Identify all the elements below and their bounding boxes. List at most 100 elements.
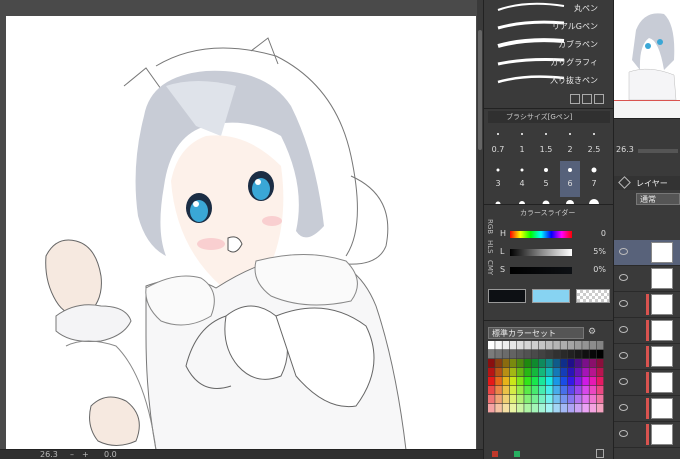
palette-swatch[interactable] [589,350,597,359]
palette-swatch[interactable] [560,368,568,377]
layer-row[interactable] [614,344,680,370]
eye-icon[interactable] [619,378,628,385]
palette-swatch[interactable] [502,341,510,350]
palette-swatch[interactable] [567,377,575,386]
palette-swatch[interactable] [553,395,560,404]
palette-swatch[interactable] [524,368,531,377]
palette-swatch[interactable] [575,359,582,368]
zoom-slider[interactable] [638,149,678,153]
eye-icon[interactable] [619,300,628,307]
palette-swatch[interactable] [589,368,597,377]
palette-swatch[interactable] [509,386,517,395]
main-color-swatch[interactable] [488,289,526,303]
palette-swatch[interactable] [546,404,553,413]
palette-swatch[interactable] [553,350,560,359]
palette-swatch[interactable] [582,395,589,404]
tab-hls[interactable]: HLS [486,240,494,254]
blend-mode-select[interactable]: 通常 [636,193,680,205]
palette-swatch[interactable] [575,377,582,386]
palette-swatch[interactable] [495,386,502,395]
palette-swatch[interactable] [596,368,604,377]
palette-swatch[interactable] [502,377,510,386]
palette-swatch[interactable] [502,386,510,395]
palette-swatch[interactable] [567,404,575,413]
palette-swatch[interactable] [582,359,589,368]
palette-swatch[interactable] [524,404,531,413]
palette-swatch[interactable] [567,341,575,350]
rotation-readout[interactable]: 0.0 [104,450,117,459]
red-swatch-icon[interactable] [492,451,498,457]
eye-icon[interactable] [619,274,628,281]
palette-swatch[interactable] [509,350,517,359]
color-palette-grid[interactable] [488,341,604,413]
palette-swatch[interactable] [517,350,524,359]
palette-swatch[interactable] [553,377,560,386]
palette-swatch[interactable] [589,386,597,395]
palette-swatch[interactable] [575,368,582,377]
size-dot[interactable] [584,125,604,143]
brush-item-kabura-pen[interactable]: カブラペン [490,36,602,53]
palette-swatch[interactable] [509,395,517,404]
navigator-panel[interactable] [613,0,680,118]
palette-swatch[interactable] [582,404,589,413]
eye-icon[interactable] [619,326,628,333]
palette-swatch[interactable] [488,386,495,395]
palette-swatch[interactable] [596,395,604,404]
palette-swatch[interactable] [509,377,517,386]
palette-swatch[interactable] [524,377,531,386]
layer-row[interactable] [614,240,680,266]
palette-swatch[interactable] [538,368,546,377]
palette-swatch[interactable] [596,377,604,386]
palette-swatch[interactable] [546,377,553,386]
size-dot[interactable] [512,125,532,143]
palette-swatch[interactable] [531,350,539,359]
brush-item-real-g-pen[interactable]: リアルGペン [490,18,602,35]
palette-swatch[interactable] [488,368,495,377]
palette-swatch[interactable] [589,404,597,413]
palette-swatch[interactable] [495,341,502,350]
palette-swatch[interactable] [488,377,495,386]
layer-row[interactable] [614,266,680,292]
palette-swatch[interactable] [531,341,539,350]
palette-swatch[interactable] [596,404,604,413]
palette-swatch[interactable] [488,395,495,404]
zoom-out-icon[interactable]: – [70,450,74,459]
palette-swatch[interactable] [502,350,510,359]
palette-swatch[interactable] [524,395,531,404]
layer-row[interactable] [614,396,680,422]
palette-swatch[interactable] [589,359,597,368]
palette-swatch[interactable] [546,395,553,404]
green-swatch-icon[interactable] [514,451,520,457]
transparent-color-swatch[interactable] [576,289,610,303]
palette-swatch[interactable] [495,377,502,386]
palette-swatch[interactable] [575,341,582,350]
palette-swatch[interactable] [509,359,517,368]
size-dot[interactable] [536,125,556,143]
palette-swatch[interactable] [524,350,531,359]
zoom-readout[interactable]: 26.3 [40,450,58,459]
palette-swatch[interactable] [546,368,553,377]
palette-swatch[interactable] [575,404,582,413]
palette-swatch[interactable] [582,368,589,377]
palette-swatch[interactable] [582,386,589,395]
palette-swatch[interactable] [567,368,575,377]
slider-hue[interactable]: H 0 [500,229,610,241]
palette-swatch[interactable] [546,350,553,359]
palette-swatch[interactable] [596,341,604,350]
palette-swatch[interactable] [495,404,502,413]
palette-swatch[interactable] [517,359,524,368]
palette-swatch[interactable] [495,350,502,359]
palette-swatch[interactable] [553,368,560,377]
palette-swatch[interactable] [509,368,517,377]
palette-swatch[interactable] [560,350,568,359]
wrench-icon[interactable]: ⚙ [588,327,596,337]
palette-swatch[interactable] [538,395,546,404]
tab-rgb[interactable]: RGB [486,219,494,234]
palette-swatch[interactable] [589,377,597,386]
palette-swatch[interactable] [517,341,524,350]
palette-swatch[interactable] [524,359,531,368]
palette-swatch[interactable] [560,386,568,395]
palette-swatch[interactable] [560,341,568,350]
size-dot[interactable] [488,125,508,143]
eye-icon[interactable] [619,352,628,359]
